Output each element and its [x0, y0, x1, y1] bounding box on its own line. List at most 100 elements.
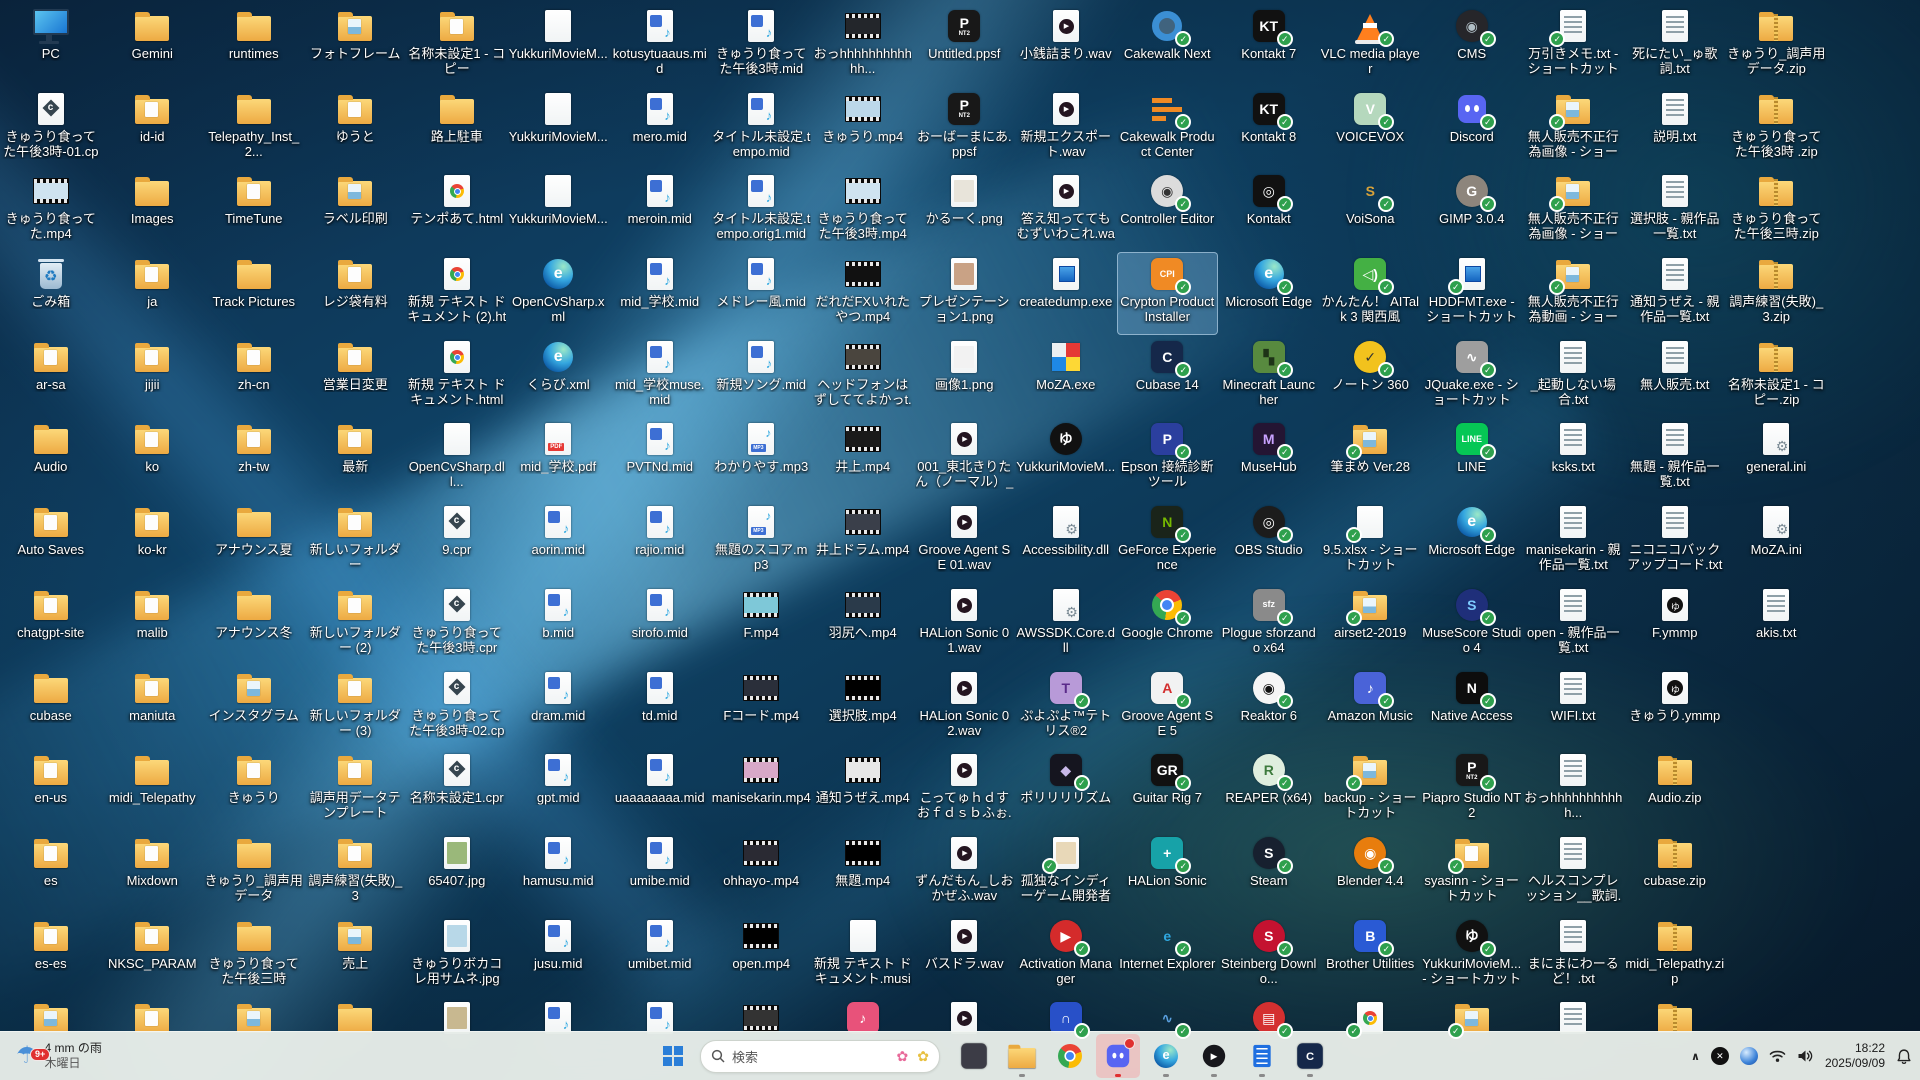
desktop-icon[interactable]: Track Pictures: [203, 252, 305, 335]
desktop-icon[interactable]: きゅうり食ってた午後3時.cpr: [406, 583, 508, 666]
desktop-icon[interactable]: ▚✓Minecraft Launcher: [1218, 335, 1320, 418]
desktop-icon[interactable]: jijii: [102, 335, 204, 418]
desktop-icon[interactable]: ヘッドフォンはずしててよかっt.mp4: [812, 335, 914, 418]
desktop-icon[interactable]: きゅうり食ってた午後三時.zip: [1726, 169, 1828, 252]
desktop-icon[interactable]: ko-kr: [102, 500, 204, 583]
desktop-icon[interactable]: Audio: [0, 417, 102, 500]
desktop-icon[interactable]: ✓Google Chrome: [1117, 583, 1219, 666]
desktop-icon[interactable]: P✓Epson 接続診断ツール: [1117, 417, 1219, 500]
desktop-icon[interactable]: Auto Saves: [0, 500, 102, 583]
desktop-icon[interactable]: open.mp4: [711, 914, 813, 997]
desktop-icon[interactable]: ✓筆まめ Ver.28: [1320, 417, 1422, 500]
desktop-icon[interactable]: general.ini: [1726, 417, 1828, 500]
desktop-icon[interactable]: PNT2Untitled.ppsf: [914, 4, 1016, 87]
desktop-icon[interactable]: ✓万引きメモ.txt - ショートカット: [1523, 4, 1625, 87]
desktop-icon[interactable]: 無題.mp4: [812, 831, 914, 914]
desktop-icon[interactable]: くらび.xml: [508, 335, 610, 418]
desktop-icon[interactable]: きゅうり食ってた午後3時.mid: [711, 4, 813, 87]
desktop-icon[interactable]: umibet.mid: [609, 914, 711, 997]
desktop-icon[interactable]: PC: [0, 4, 102, 87]
desktop-icon[interactable]: M✓MuseHub: [1218, 417, 1320, 500]
desktop-icon[interactable]: 調声練習(失敗)_3.zip: [1726, 252, 1828, 335]
desktop-icon[interactable]: gpt.mid: [508, 748, 610, 831]
search-input[interactable]: 検索 ✿ ✿: [700, 1040, 940, 1073]
desktop-icon[interactable]: CPI✓Crypton Product Installer: [1117, 252, 1219, 335]
desktop-icon[interactable]: sirofo.mid: [609, 583, 711, 666]
desktop-icon[interactable]: maniuta: [102, 666, 204, 749]
desktop-icon[interactable]: 新しいフォルダー (2): [305, 583, 407, 666]
desktop-icon[interactable]: id-id: [102, 87, 204, 170]
desktop-icon[interactable]: 羽尻へ.mp4: [812, 583, 914, 666]
desktop-icon[interactable]: ◉✓CMS: [1421, 4, 1523, 87]
desktop-icon[interactable]: mid_学校muse.mid: [609, 335, 711, 418]
desktop-icon[interactable]: KT✓Kontakt 8: [1218, 87, 1320, 170]
desktop-icon[interactable]: ラベル印刷: [305, 169, 407, 252]
desktop-icon[interactable]: かるーく.png: [914, 169, 1016, 252]
desktop-icon[interactable]: ◎✓Kontakt: [1218, 169, 1320, 252]
desktop-icon[interactable]: ✓Cakewalk Product Center: [1117, 87, 1219, 170]
desktop-icon[interactable]: インスタグラム: [203, 666, 305, 749]
desktop-icon[interactable]: ✓無人販売不正行為画像 - ショートカット: [1523, 169, 1625, 252]
desktop-icon[interactable]: きゅうり.mp4: [812, 87, 914, 170]
desktop-icon[interactable]: umibe.mid: [609, 831, 711, 914]
desktop-icon[interactable]: cubase.zip: [1624, 831, 1726, 914]
desktop-icon[interactable]: midi_Telepathy.zip: [1624, 914, 1726, 997]
desktop-icon[interactable]: 通知うぜえ.mp4: [812, 748, 914, 831]
desktop-icon[interactable]: S✓MuseScore Studio 4: [1421, 583, 1523, 666]
desktop-icon[interactable]: きゅうり食ってた午後3時.mp4: [812, 169, 914, 252]
desktop-icon[interactable]: runtimes: [203, 4, 305, 87]
desktop-icon[interactable]: jusu.mid: [508, 914, 610, 997]
desktop-icon[interactable]: dram.mid: [508, 666, 610, 749]
tray-chevron-up-icon[interactable]: ∧: [1691, 1050, 1700, 1063]
desktop-icon[interactable]: ✓無人販売不正行為画像 - ショートカッ...: [1523, 87, 1625, 170]
desktop-icon[interactable]: ✓airset2-2019: [1320, 583, 1422, 666]
desktop-icon[interactable]: 路上駐車: [406, 87, 508, 170]
desktop-icon[interactable]: kotusytuaaus.mid: [609, 4, 711, 87]
desktop-icon[interactable]: A✓Groove Agent SE 5: [1117, 666, 1219, 749]
desktop-icon[interactable]: MoZA.exe: [1015, 335, 1117, 418]
taskbar-clock[interactable]: 18:22 2025/09/09: [1825, 1041, 1885, 1071]
desktop-icon[interactable]: ◉✓Controller Editor: [1117, 169, 1219, 252]
desktop-icon[interactable]: バスドラ.wav: [914, 914, 1016, 997]
desktop-icon[interactable]: きゅうり食ってた午後3時-01.cpr: [0, 87, 102, 170]
desktop-icon[interactable]: 001_東北きりたん（ノーマル）_今じゃ...: [914, 417, 1016, 500]
desktop-icon[interactable]: Fコード.mp4: [711, 666, 813, 749]
desktop-icon[interactable]: zh-cn: [203, 335, 305, 418]
desktop-icon[interactable]: きゅうり食ってた午後3時-02.cpr: [406, 666, 508, 749]
desktop-icon[interactable]: まにまにわーるど！.txt: [1523, 914, 1625, 997]
desktop-icon[interactable]: 調声練習(失敗)_3: [305, 831, 407, 914]
desktop-icon[interactable]: ゆうと: [305, 87, 407, 170]
desktop-icon[interactable]: manisekarin - 親作品一覧.txt: [1523, 500, 1625, 583]
desktop-icon[interactable]: B✓Brother Utilities: [1320, 914, 1422, 997]
desktop-icon[interactable]: メドレー風.mid: [711, 252, 813, 335]
desktop-icon[interactable]: S✓Steinberg Downlo...: [1218, 914, 1320, 997]
desktop-icon[interactable]: 通知うぜえ - 親作品一覧.txt: [1624, 252, 1726, 335]
desktop-icon[interactable]: OpenCvSharp.dll...: [406, 417, 508, 500]
desktop-icon[interactable]: S✓VoiSona: [1320, 169, 1422, 252]
desktop-icon[interactable]: きゅうり_調声用データ.zip: [1726, 4, 1828, 87]
desktop-icon[interactable]: 無題のスコア.mp3: [711, 500, 813, 583]
desktop-icon[interactable]: midi_Telepathy: [102, 748, 204, 831]
desktop-icon[interactable]: ✓9.5.xlsx - ショートカット: [1320, 500, 1422, 583]
desktop-icon[interactable]: 新規 テキスト ドキュメント.html: [406, 335, 508, 418]
desktop-icon[interactable]: Groove Agent SE 01.wav: [914, 500, 1016, 583]
desktop-icon[interactable]: きゅうり食ってた.mp4: [0, 169, 102, 252]
desktop-icon[interactable]: 65407.jpg: [406, 831, 508, 914]
desktop-icon[interactable]: 井上ドラム.mp4: [812, 500, 914, 583]
desktop-icon[interactable]: タイトル未設定.tempo.orig1.mid: [711, 169, 813, 252]
wifi-icon[interactable]: [1769, 1049, 1786, 1063]
desktop-icon[interactable]: YukkuriMovieM...: [508, 169, 610, 252]
desktop-icon[interactable]: open - 親作品一覧.txt: [1523, 583, 1625, 666]
desktop-icon[interactable]: 答え知っててもむずいわこれ.wav: [1015, 169, 1117, 252]
desktop-icon[interactable]: ksks.txt: [1523, 417, 1625, 500]
desktop-icon[interactable]: Images: [102, 169, 204, 252]
desktop-icon[interactable]: おっhhhhhhhhhhh...: [1523, 748, 1625, 831]
tray-app-icon[interactable]: [1740, 1047, 1758, 1065]
desktop-icon[interactable]: G✓GIMP 3.0.4: [1421, 169, 1523, 252]
desktop-icon[interactable]: ♪✓Amazon Music: [1320, 666, 1422, 749]
desktop-icon[interactable]: MoZA.ini: [1726, 500, 1828, 583]
desktop-icon[interactable]: Telepathy_Inst_2...: [203, 87, 305, 170]
desktop-icon[interactable]: おっhhhhhhhhhhhh...: [812, 4, 914, 87]
desktop-icon[interactable]: ◎✓OBS Studio: [1218, 500, 1320, 583]
desktop-icon[interactable]: 売上: [305, 914, 407, 997]
